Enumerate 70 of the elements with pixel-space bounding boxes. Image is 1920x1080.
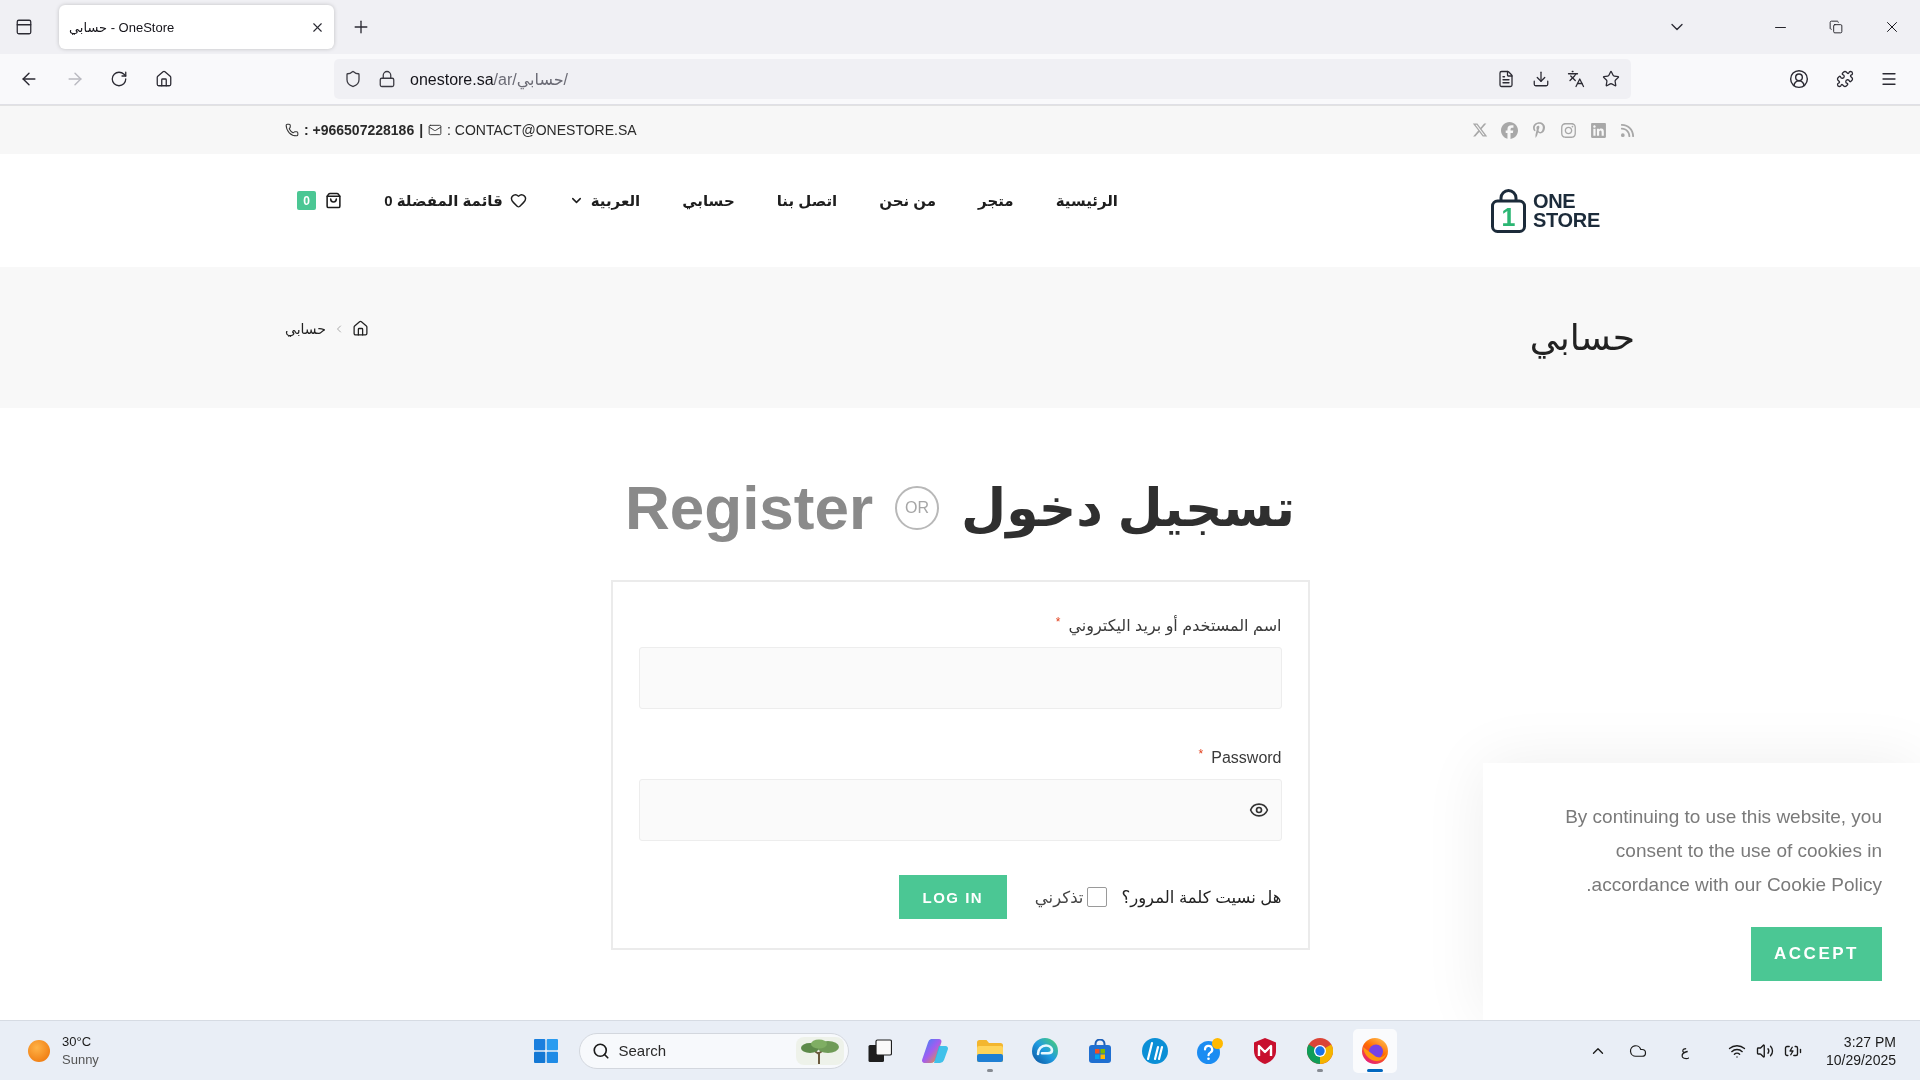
mail-icon xyxy=(428,123,443,137)
remember-label: تذكرني xyxy=(1034,887,1084,907)
required-mark: * xyxy=(1055,616,1061,628)
home-icon[interactable] xyxy=(155,70,173,88)
volume-icon[interactable] xyxy=(1755,1041,1774,1060)
wave-circle-icon[interactable] xyxy=(1031,1037,1058,1064)
heart-icon[interactable] xyxy=(509,192,527,209)
start-icon[interactable] xyxy=(533,1038,558,1063)
nav-link[interactable]: العربية xyxy=(568,191,641,210)
tab-title: حسابي - OneStore xyxy=(69,19,175,35)
field-label: اسم المستخدم أو بريد اليكتروني xyxy=(1068,616,1282,636)
logo-wordmark[interactable]: ONE STORE xyxy=(1532,191,1600,230)
required-mark: * xyxy=(1198,748,1204,760)
window-icon[interactable] xyxy=(15,18,33,36)
or-separator: OR xyxy=(895,486,940,530)
eye-icon[interactable] xyxy=(1248,800,1269,820)
swirl-logo-icon[interactable] xyxy=(921,1038,948,1063)
nav-link[interactable]: الرئيسية xyxy=(1055,191,1118,210)
shield-icon[interactable] xyxy=(1253,1037,1276,1064)
home-icon[interactable] xyxy=(352,320,369,337)
star-icon[interactable] xyxy=(1602,70,1620,88)
input-language-button[interactable]: ع xyxy=(1668,1034,1701,1067)
email-address: : CONTACT@ONESTORE.SA xyxy=(447,122,637,138)
folder-icon[interactable] xyxy=(976,1039,1003,1062)
remember-checkbox[interactable] xyxy=(1087,887,1108,907)
shield-icon[interactable] xyxy=(344,70,362,88)
forgot-password-link[interactable]: هل نسيت كلمة المرور؟ xyxy=(1121,887,1282,907)
login-tab[interactable]: تسجيل دخول xyxy=(961,468,1295,548)
clock-date[interactable]: 10/29/2025 xyxy=(1825,1050,1896,1069)
store-bag-icon[interactable] xyxy=(1087,1038,1112,1063)
tree-illustration xyxy=(795,1036,844,1065)
document-icon[interactable] xyxy=(1497,70,1515,88)
running-indicator xyxy=(1316,1068,1323,1072)
sun-icon xyxy=(28,1039,50,1062)
browser-tab[interactable]: حسابي - OneStore xyxy=(59,5,334,49)
help-icon[interactable] xyxy=(1196,1037,1223,1064)
clock-time[interactable]: 3:27 PM xyxy=(1843,1032,1896,1051)
weather-temperature: 30°C xyxy=(62,1032,93,1051)
puzzle-icon[interactable] xyxy=(1836,70,1854,88)
separator-text: | xyxy=(419,122,424,138)
phone-icon xyxy=(285,123,299,137)
running-indicator xyxy=(986,1068,993,1072)
cart-count: 0 xyxy=(297,191,317,210)
task-view-icon[interactable] xyxy=(867,1038,892,1063)
search-icon[interactable] xyxy=(591,1041,610,1060)
breadcrumb-current: حسابي xyxy=(285,320,326,337)
shopping-bag-icon[interactable] xyxy=(325,192,343,209)
reload-icon[interactable] xyxy=(110,70,128,88)
search-input[interactable]: Search xyxy=(618,1038,787,1063)
restore-icon[interactable] xyxy=(1829,20,1843,34)
nav-link[interactable]: اتصل بنا xyxy=(776,191,838,210)
nav-link[interactable]: حسابي xyxy=(682,191,735,210)
lock-icon[interactable] xyxy=(378,70,396,88)
round-logo-icon[interactable] xyxy=(1141,1037,1168,1064)
page-title: حسابي xyxy=(1529,316,1635,359)
field-label: Password xyxy=(1211,748,1282,768)
nav-link[interactable]: من نحن xyxy=(879,191,937,210)
translate-icon[interactable] xyxy=(1567,70,1585,88)
nav-link[interactable]: متجر xyxy=(978,191,1014,210)
download-icon[interactable] xyxy=(1532,70,1550,88)
taskbar-search-box[interactable]: Search xyxy=(578,1032,849,1069)
fox-globe-icon[interactable] xyxy=(1361,1037,1388,1064)
phone-number: : +966507228186 xyxy=(304,122,415,138)
cookie-message: By continuing to use this website, you consent to the use of cookies in accordance with our Cookie Policy. xyxy=(1564,805,1882,897)
menu-icon[interactable] xyxy=(1880,70,1898,88)
weather-condition: Sunny xyxy=(62,1050,99,1069)
running-indicator xyxy=(1366,1068,1383,1072)
account-icon[interactable] xyxy=(1789,69,1809,89)
tricolor-circle-icon[interactable] xyxy=(1306,1037,1333,1064)
password-field[interactable] xyxy=(638,779,1282,841)
